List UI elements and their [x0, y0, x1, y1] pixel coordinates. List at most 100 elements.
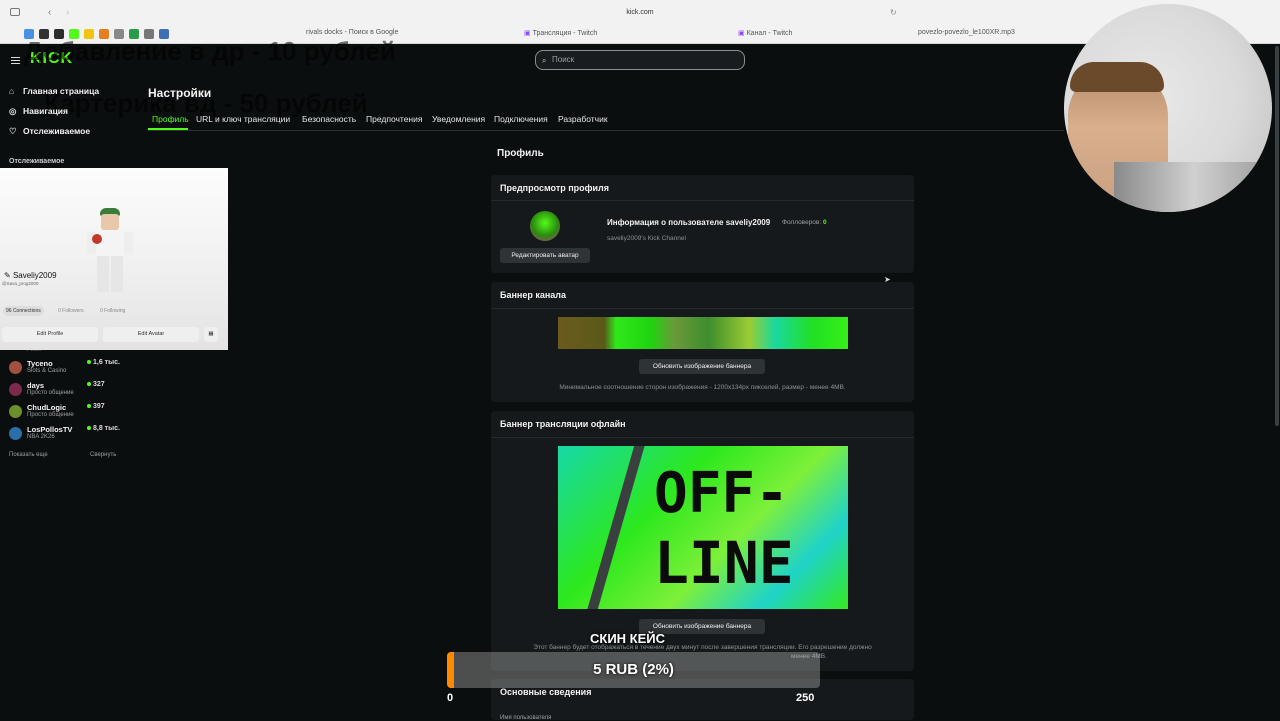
roblox-profile-overlay: ✎ Saveliy2009 @Sava_prog2000 96 Connecti… — [0, 168, 228, 350]
channel-name: days — [27, 381, 45, 390]
page-title: Настройки — [148, 86, 212, 100]
url-text: kick.com — [626, 9, 654, 16]
tabs-divider — [148, 130, 1064, 131]
channel-banner-card: Баннер канала Обновить изображение банне… — [491, 282, 914, 402]
tab-twitch-stream[interactable]: ▣ Трансляция - Twitch — [524, 29, 597, 37]
collapse-link[interactable]: Свернуть — [90, 452, 116, 458]
show-more-link[interactable]: Показать еще — [9, 452, 48, 458]
tab-preferences[interactable]: Предпочтения — [366, 114, 422, 124]
avatar — [9, 405, 22, 418]
followers-label-text: Фолловеров: — [782, 219, 822, 226]
card-divider — [491, 308, 914, 309]
edit-avatar-button[interactable]: Edit Avatar — [103, 327, 199, 342]
webcam-overlay — [1064, 4, 1272, 212]
tab-security[interactable]: Безопасность — [302, 114, 356, 124]
tab-label: povezlo-povezlo_le100XR.mp3 — [918, 29, 1015, 36]
offline-text-2: LINE — [654, 529, 794, 597]
viewer-count: 327 — [87, 381, 105, 388]
tab-developer[interactable]: Разработчик — [558, 114, 608, 124]
viewer-count-text: 397 — [93, 403, 105, 410]
user-info: Информация о пользователе saveliy2009 — [607, 218, 771, 227]
card-title: Баннер канала — [500, 290, 567, 300]
roblox-username: ✎ Saveliy2009 — [4, 271, 57, 280]
live-dot-icon — [87, 426, 91, 431]
live-dot-icon — [87, 382, 91, 387]
compass-icon: ◎ — [9, 106, 17, 116]
roblox-handle: @Sava_prog2000 — [2, 281, 39, 286]
channel-category: Slots & Casino — [27, 368, 67, 374]
channel-name: Tyceno — [27, 359, 53, 368]
tab-label: rivals docks - Поиск в Google — [306, 29, 399, 36]
donation-max: 250 — [796, 692, 815, 704]
card-title: Предпросмотр профиля — [500, 183, 610, 193]
followers-chip[interactable]: 0 Followers — [58, 306, 84, 316]
offline-banner-card: Баннер трансляции офлайн OFF- LINE Обнов… — [491, 411, 914, 671]
sidebar-item-label: Навигация — [23, 106, 68, 116]
card-title: Баннер трансляции офлайн — [500, 419, 626, 429]
scrollbar[interactable] — [1275, 46, 1279, 426]
pencil-icon: ✎ — [4, 271, 13, 280]
update-banner-button[interactable]: Обновить изображение баннера — [639, 359, 765, 374]
sidebar-item-browse[interactable]: ◎ Навигация — [9, 106, 68, 117]
offline-text-1: OFF- — [654, 461, 789, 526]
viewer-count-text: 327 — [93, 381, 105, 388]
channel-item[interactable]: ChudLogic Просто общение 397 — [9, 403, 121, 423]
donation-min: 0 — [447, 692, 454, 704]
search-input[interactable]: ⌕ Поиск — [535, 50, 745, 70]
home-icon: ⌂ — [9, 86, 15, 96]
card-divider — [491, 200, 914, 201]
sidebar-item-home[interactable]: ⌂ Главная страница — [9, 86, 99, 96]
following-chip[interactable]: 0 Following — [100, 306, 125, 316]
channel-category: Просто общение — [27, 412, 74, 418]
donation-amount: 5 RUB (2%) — [593, 661, 674, 678]
offline-note-1: Этот баннер будет отображаться в течение… — [533, 644, 872, 651]
tab-connections[interactable]: Подключения — [494, 114, 548, 124]
viewer-count: 1,6 тыс. — [87, 359, 120, 366]
channel-banner-image — [558, 317, 848, 349]
utility-pole-shape — [584, 446, 646, 609]
tab-notifications[interactable]: Уведомления — [432, 114, 485, 124]
section-title: Профиль — [497, 148, 544, 159]
channel-item[interactable]: LosPollosTV NBA 2K26 8,8 тыс. — [9, 425, 121, 445]
edit-profile-button[interactable]: Edit Profile — [2, 327, 98, 342]
tab-label: Трансляция - Twitch — [532, 30, 598, 37]
channel-category: Просто общение — [27, 390, 74, 396]
followers-label: Фолловеров: 0 — [782, 219, 827, 226]
channel-item[interactable]: days Просто общение 327 — [9, 381, 121, 401]
tab-twitch-channel[interactable]: ▣ Канал - Twitch — [738, 29, 792, 37]
channel-name: ChudLogic — [27, 403, 67, 412]
search-placeholder: Поиск — [552, 55, 575, 64]
webcam-hair — [1070, 62, 1164, 92]
tab-profile[interactable]: Профиль — [152, 114, 189, 124]
live-dot-icon — [87, 404, 91, 409]
card-title: Основные сведения — [500, 687, 592, 697]
avatar — [9, 383, 22, 396]
qr-icon[interactable]: ▦ — [204, 327, 218, 342]
channel-description: saveliy2009's Kick Channel — [607, 235, 686, 242]
donation-progress-bar: 5 RUB (2%) — [447, 652, 820, 688]
profile-preview-card: Предпросмотр профиля Информация о пользо… — [491, 175, 914, 273]
offline-banner-image: OFF- LINE — [558, 446, 848, 609]
channel-item[interactable]: Tyceno Slots & Casino 1,6 тыс. — [9, 359, 121, 379]
profile-avatar[interactable] — [530, 211, 560, 241]
mouse-cursor-icon: ➤ — [884, 275, 891, 284]
connections-chip[interactable]: 96 Connections — [3, 306, 44, 316]
webcam-shirt — [1114, 162, 1272, 212]
tab-stream-url[interactable]: URL и ключ трансляции — [196, 114, 290, 124]
tab-google[interactable]: rivals docks - Поиск в Google — [306, 29, 398, 36]
reload-icon[interactable]: ↻ — [890, 8, 897, 17]
avatar — [9, 427, 22, 440]
tab-label: Канал - Twitch — [746, 30, 793, 37]
tab-mp3[interactable]: povezlo-povezlo_le100XR.mp3 — [918, 29, 1015, 36]
avatar-figure — [84, 208, 136, 296]
viewer-count-text: 8,8 тыс. — [93, 425, 120, 432]
live-dot-icon — [87, 360, 91, 365]
donation-title: СКИН КЕЙС — [590, 631, 666, 646]
sidebar-item-label: Главная страница — [23, 86, 100, 96]
sidebar-item-following[interactable]: ♡ Отслеживаемое — [9, 126, 90, 137]
address-bar[interactable]: kick.com — [0, 4, 1280, 22]
edit-avatar-button[interactable]: Редактировать аватар — [500, 248, 590, 263]
search-icon: ⌕ — [542, 56, 547, 65]
followers-count: 0 — [822, 219, 827, 226]
menu-icon[interactable] — [11, 57, 20, 64]
